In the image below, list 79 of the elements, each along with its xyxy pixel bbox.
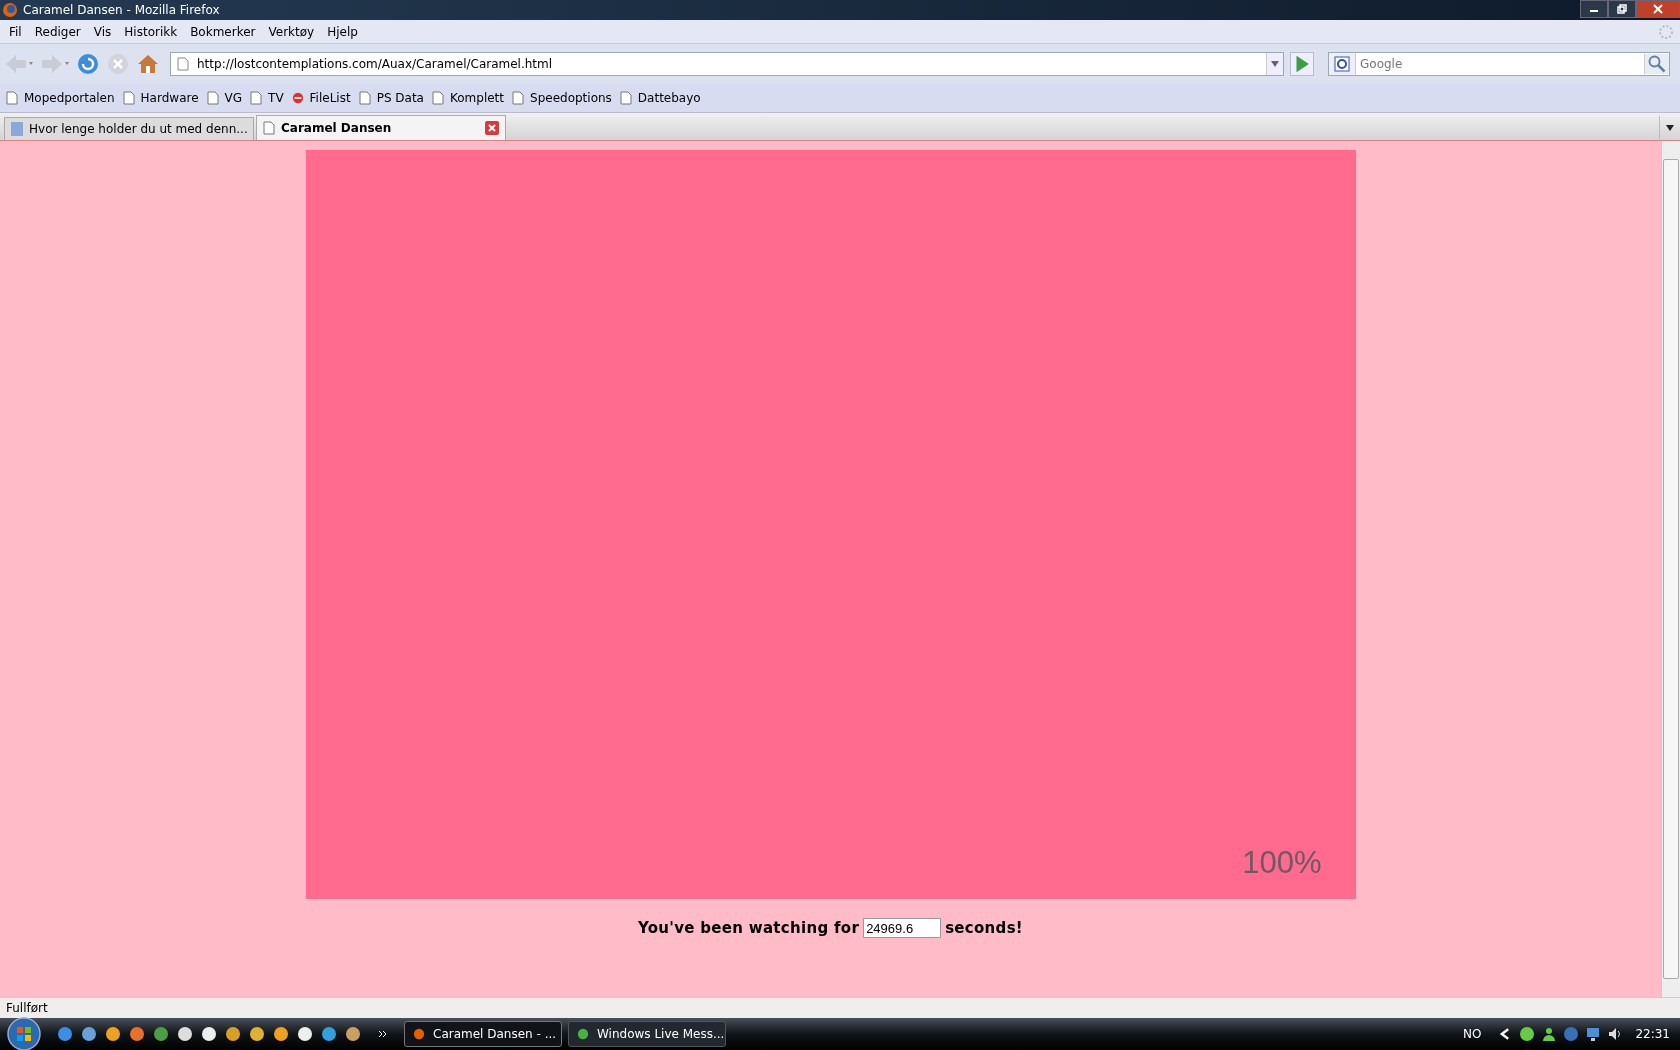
page-icon — [250, 91, 263, 105]
quick-launch-icon[interactable] — [104, 1025, 122, 1043]
quick-launch-icon[interactable] — [152, 1025, 170, 1043]
bookmark-item[interactable]: Dattebayo — [619, 91, 701, 105]
loading-percentage: 100% — [1242, 845, 1322, 881]
go-icon[interactable] — [1290, 52, 1314, 76]
app-icon — [577, 1027, 589, 1041]
search-engine-icon — [1334, 56, 1350, 72]
menu-item[interactable]: Bokmerker — [185, 24, 264, 39]
search-bar[interactable]: Google — [1328, 52, 1670, 76]
page-icon — [358, 91, 371, 105]
quick-launch-icon[interactable] — [296, 1025, 314, 1043]
watch-label: You've been watching for — [637, 919, 860, 937]
bookmark-item[interactable]: FileList — [291, 91, 351, 105]
language-indicator[interactable]: NO — [1463, 1027, 1482, 1041]
restore-icon — [1617, 4, 1627, 14]
page-icon — [263, 121, 275, 135]
quick-launch-icon[interactable] — [224, 1025, 242, 1043]
page-icon — [619, 91, 632, 105]
page-icon — [512, 91, 525, 105]
site-icon — [291, 91, 304, 105]
bookmark-item[interactable]: VG — [206, 91, 243, 105]
quick-launch-icon[interactable] — [344, 1025, 362, 1043]
round-tray-icon[interactable] — [1563, 1026, 1580, 1042]
browser-tab[interactable]: Caramel Dansen — [256, 115, 506, 140]
person-icon[interactable] — [1541, 1026, 1558, 1042]
tab-close-icon[interactable] — [485, 121, 499, 135]
page-icon — [122, 91, 135, 105]
bookmark-item[interactable]: Hardware — [122, 91, 199, 105]
watch-suffix: seconds! — [945, 919, 1023, 937]
menu-item[interactable]: Verktøy — [263, 24, 323, 39]
bookmark-item[interactable]: Mopedportalen — [6, 91, 115, 105]
menu-item[interactable]: Historikk — [119, 24, 186, 39]
close-icon — [1653, 4, 1663, 14]
network-icon[interactable] — [1585, 1026, 1602, 1042]
quick-launch-icon[interactable] — [80, 1025, 98, 1043]
quick-launch-icon[interactable] — [272, 1025, 290, 1043]
clock: 22:31 — [1635, 1027, 1670, 1041]
quick-launch-icon[interactable] — [176, 1025, 194, 1043]
browser-tab[interactable]: Hvor lenge holder du ut med denn... — [4, 117, 254, 140]
menu-item[interactable]: Fil — [4, 24, 30, 39]
search-engine-button[interactable] — [1329, 53, 1356, 75]
caret-icon — [1271, 61, 1279, 67]
start-button[interactable] — [6, 1016, 42, 1050]
page-icon — [206, 91, 219, 105]
status-text: Fullført — [6, 1001, 48, 1015]
window-title: Caramel Dansen - Mozilla Firefox — [23, 3, 220, 17]
quick-launch-icon[interactable] — [200, 1025, 218, 1043]
bookmark-item[interactable]: Komplett — [432, 91, 505, 105]
page-icon — [177, 57, 189, 71]
quick-launch-icon[interactable] — [320, 1025, 338, 1043]
quick-launch-icon[interactable] — [128, 1025, 146, 1043]
bookmark-item[interactable]: PS Data — [358, 91, 424, 105]
reload-icon[interactable] — [76, 52, 100, 76]
search-icon[interactable] — [1644, 54, 1669, 74]
taskbar-button[interactable]: Windows Live Mess... — [568, 1021, 726, 1047]
chevron-icon[interactable] — [378, 1029, 388, 1039]
taskbar-button[interactable]: Caramel Dansen - ... — [404, 1021, 562, 1047]
scrollbar[interactable] — [1661, 141, 1680, 997]
menu-item[interactable]: Vis — [88, 24, 120, 39]
seconds-field[interactable]: 24969.6 — [863, 918, 942, 938]
site-icon — [11, 122, 23, 136]
bookmark-item[interactable]: TV — [250, 91, 284, 105]
address-field[interactable]: http://lostcontemplations.com/Auax/Caramel/Caramel.html — [170, 52, 1284, 76]
caret-icon — [1666, 125, 1674, 131]
quick-launch-icon[interactable] — [248, 1025, 266, 1043]
minimize-button[interactable] — [1580, 0, 1608, 18]
home-icon[interactable] — [136, 52, 160, 76]
menu-item[interactable]: Hjelp — [322, 24, 366, 39]
page-icon — [6, 91, 18, 105]
bookmark-item[interactable]: Speedoptions — [512, 91, 612, 105]
quick-launch-icon[interactable] — [56, 1025, 74, 1043]
app-icon — [413, 1027, 425, 1041]
page-icon — [432, 91, 444, 105]
close-button[interactable] — [1636, 0, 1680, 18]
throbber-icon — [1658, 23, 1674, 40]
menu-item[interactable]: Rediger — [29, 24, 89, 39]
restore-button[interactable] — [1608, 0, 1636, 18]
dropdown-button[interactable] — [1266, 53, 1283, 75]
